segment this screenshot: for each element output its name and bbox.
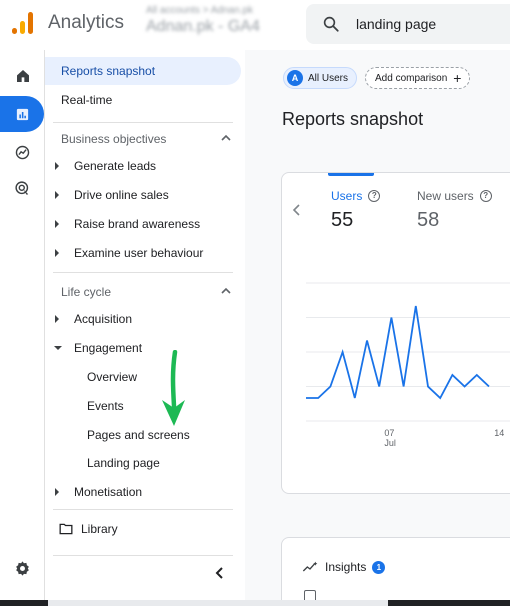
plus-icon: + xyxy=(453,70,462,86)
x-tick-label: Jul xyxy=(384,438,396,448)
nav-item-raise-brand-awareness[interactable]: Raise brand awareness xyxy=(45,210,241,238)
caret-right-icon xyxy=(55,488,59,496)
nav-section-business-objectives[interactable]: Business objectives xyxy=(61,132,166,146)
nav-divider xyxy=(53,555,233,556)
folder-icon xyxy=(59,523,73,535)
nav-item-overview[interactable]: Overview xyxy=(45,363,241,391)
reports-nav: Reports snapshot Real-time Business obje… xyxy=(45,50,245,606)
nav-library-label: Library xyxy=(81,522,118,536)
insights-sparkle-icon xyxy=(302,561,318,572)
nav-item-label: Drive online sales xyxy=(74,188,169,202)
overview-chart-card: Users? 55 New users? 58 07 Jul 14 xyxy=(281,172,510,494)
nav-item-label: Landing page xyxy=(87,456,160,470)
nav-item-label: Events xyxy=(87,399,124,413)
search-input[interactable]: landing page xyxy=(356,16,436,32)
rail-settings-button[interactable] xyxy=(0,550,45,586)
insights-header[interactable]: Insights 1 xyxy=(302,560,386,574)
nav-library[interactable]: Library xyxy=(45,515,241,543)
account-selector[interactable]: All accounts > Adnan.pk Adnan.pk - GA4 xyxy=(146,5,286,45)
rail-explore-button[interactable] xyxy=(0,134,45,170)
all-users-chip[interactable]: A All Users xyxy=(283,67,358,89)
rail-reports-button[interactable] xyxy=(0,96,44,132)
account-breadcrumb: All accounts > Adnan.pk xyxy=(146,5,254,16)
add-comparison-label: Add comparison xyxy=(375,72,448,84)
home-icon xyxy=(16,70,29,82)
chevron-up-icon[interactable] xyxy=(221,134,231,142)
chevron-left-icon[interactable] xyxy=(215,566,225,580)
all-users-label: All Users xyxy=(308,72,349,84)
reports-icon xyxy=(16,108,28,120)
nav-section-life-cycle[interactable]: Life cycle xyxy=(61,285,111,299)
rail-advertising-button[interactable] xyxy=(0,170,45,206)
nav-item-label: Monetisation xyxy=(74,485,143,499)
bottom-scroll-segment xyxy=(48,600,388,606)
add-comparison-button[interactable]: Add comparison + xyxy=(365,67,471,89)
main-content: A All Users Add comparison + Reports sna… xyxy=(245,50,510,606)
caret-right-icon xyxy=(55,162,59,170)
nav-realtime-label: Real-time xyxy=(61,93,113,107)
x-tick-label: 07 xyxy=(384,428,394,438)
property-name: Adnan.pk - GA4 xyxy=(146,18,260,35)
nav-item-label: Pages and screens xyxy=(87,428,190,442)
nav-item-acquisition[interactable]: Acquisition xyxy=(45,305,241,333)
left-rail xyxy=(0,50,45,606)
nav-item-label: Overview xyxy=(87,370,138,384)
analytics-logo-icon[interactable] xyxy=(12,12,34,34)
nav-reports-snapshot-label: Reports snapshot xyxy=(61,64,156,78)
search-icon xyxy=(323,16,339,32)
nav-item-generate-leads[interactable]: Generate leads xyxy=(45,152,241,180)
nav-item-label: Generate leads xyxy=(74,159,157,173)
nav-item-landing-page[interactable]: Landing page xyxy=(45,449,241,477)
nav-item-label: Engagement xyxy=(74,341,143,355)
insights-label: Insights xyxy=(325,560,367,574)
rail-home-button[interactable] xyxy=(0,58,45,94)
x-tick-label: 14 xyxy=(494,428,504,438)
caret-right-icon xyxy=(55,249,59,257)
page-title: Reports snapshot xyxy=(282,109,424,129)
top-bar: Analytics All accounts > Adnan.pk Adnan.… xyxy=(0,0,510,50)
bottom-edge xyxy=(0,600,510,606)
insights-count-badge: 1 xyxy=(372,560,386,574)
caret-right-icon xyxy=(55,191,59,199)
explore-icon xyxy=(15,145,30,159)
nav-item-events[interactable]: Events xyxy=(45,392,241,420)
nav-item-label: Examine user behaviour xyxy=(74,246,204,260)
chevron-up-icon[interactable] xyxy=(221,287,231,295)
search-bar[interactable]: landing page xyxy=(306,4,510,44)
caret-down-icon xyxy=(54,346,62,350)
nav-item-monetisation[interactable]: Monetisation xyxy=(45,478,241,506)
users-line-chart: 07Jul 14 xyxy=(306,282,510,448)
advertising-icon xyxy=(15,180,29,195)
nav-divider xyxy=(53,272,233,273)
nav-item-label: Acquisition xyxy=(74,312,133,326)
settings-icon xyxy=(16,560,29,576)
nav-realtime[interactable]: Real-time xyxy=(45,86,241,114)
annotation-arrow-icon xyxy=(162,350,185,426)
nav-item-examine-user-behaviour[interactable]: Examine user behaviour xyxy=(45,239,241,267)
nav-item-pages-and-screens[interactable]: Pages and screens xyxy=(45,421,241,449)
caret-right-icon xyxy=(55,315,59,323)
nav-divider xyxy=(53,122,233,123)
segment-avatar-icon: A xyxy=(287,70,303,86)
caret-right-icon xyxy=(55,220,59,228)
nav-item-engagement[interactable]: Engagement xyxy=(45,334,241,362)
app-title: Analytics xyxy=(48,12,125,33)
nav-item-label: Raise brand awareness xyxy=(74,217,201,231)
insights-card: Insights 1 xyxy=(281,537,510,606)
nav-item-drive-online-sales[interactable]: Drive online sales xyxy=(45,181,241,209)
nav-divider xyxy=(53,509,233,510)
nav-reports-snapshot[interactable]: Reports snapshot xyxy=(45,57,241,85)
